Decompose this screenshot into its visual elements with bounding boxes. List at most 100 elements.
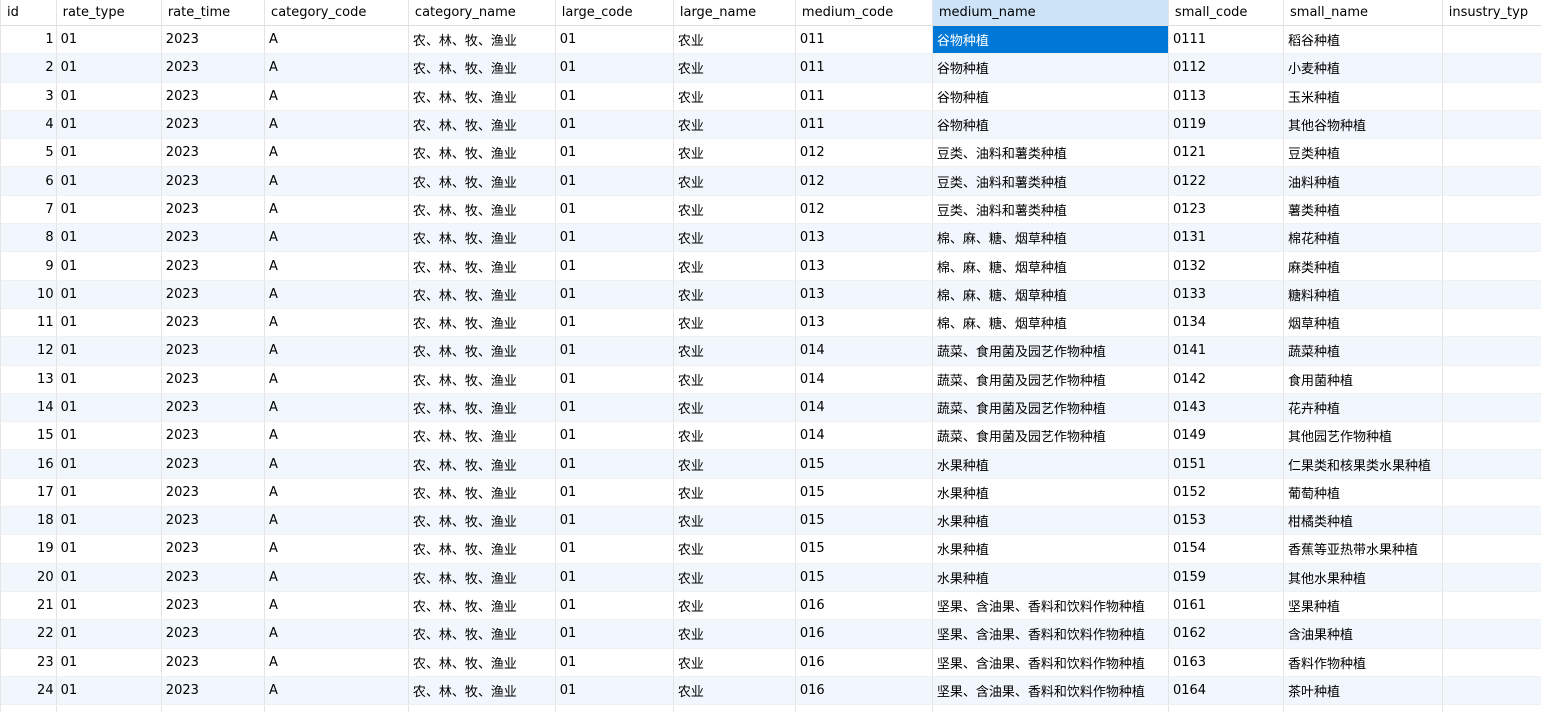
cell-id[interactable]: 4: [1, 110, 57, 139]
table-row[interactable]: 23 01 2023 A 农、林、牧、渔业 01 农业 016 坚果、含油果、香料和饮料作物种植…: [1, 648, 1541, 677]
cell-small-name[interactable]: 花卉种植: [1284, 393, 1443, 422]
cell-category-code[interactable]: A: [265, 648, 409, 676]
cell-large-name[interactable]: 农业: [674, 110, 796, 139]
cell-rate-type[interactable]: 01: [57, 705, 162, 712]
cell-insustry-type[interactable]: [1443, 705, 1541, 712]
cell-large-code[interactable]: 01: [556, 26, 674, 54]
cell-medium-name[interactable]: 水果种植: [933, 478, 1169, 507]
cell-rate-time[interactable]: 2023: [162, 139, 266, 167]
cell-category-name[interactable]: 农、林、牧、渔业: [409, 676, 556, 705]
cell-rate-type[interactable]: 01: [57, 507, 162, 535]
cell-medium-name[interactable]: 蔬菜、食用菌及园艺作物种植: [933, 337, 1169, 365]
cell-small-code[interactable]: 0121: [1169, 139, 1285, 167]
cell-category-name[interactable]: 农、林、牧、渔业: [409, 252, 556, 280]
cell-insustry-type[interactable]: [1443, 111, 1541, 138]
cell-medium-code[interactable]: 011: [796, 54, 933, 82]
cell-id[interactable]: 5: [1, 139, 57, 167]
cell-category-name[interactable]: 农、林、牧、渔业: [409, 393, 556, 422]
cell-large-name[interactable]: 农业: [674, 591, 796, 620]
cell-category-code[interactable]: A: [265, 393, 409, 422]
cell-rate-time[interactable]: 2023: [162, 478, 266, 507]
cell-rate-type[interactable]: 01: [57, 393, 162, 422]
cell-category-name[interactable]: 农、林、牧、渔业: [409, 82, 556, 110]
cell-small-code[interactable]: 0151: [1169, 450, 1285, 478]
table-row[interactable]: 14 01 2023 A 农、林、牧、渔业 01 农业 014 蔬菜、食用菌及园艺作物种植 014…: [1, 393, 1541, 423]
cell-small-code[interactable]: 0113: [1169, 82, 1285, 110]
cell-rate-type[interactable]: 01: [57, 591, 162, 620]
table-row[interactable]: 11 01 2023 A 农、林、牧、渔业 01 农业 013 棉、麻、糖、烟草种植 0134 烟草…: [1, 308, 1541, 338]
cell-category-code[interactable]: A: [265, 82, 409, 110]
cell-small-code[interactable]: 0132: [1169, 252, 1285, 280]
cell-insustry-type[interactable]: [1443, 167, 1541, 194]
cell-category-name[interactable]: 农、林、牧、渔业: [409, 365, 556, 393]
table-row[interactable]: 24 01 2023 A 农、林、牧、渔业 01 农业 016 坚果、含油果、香料和饮料作物种植…: [1, 676, 1541, 706]
cell-rate-type[interactable]: 01: [57, 563, 162, 591]
cell-rate-type[interactable]: 01: [57, 648, 162, 676]
cell-large-name[interactable]: 农业: [674, 422, 796, 450]
cell-id[interactable]: 1: [1, 26, 57, 54]
table-row[interactable]: 3 01 2023 A 农、林、牧、渔业 01 农业 011 谷物种植 0113 玉米种植: [1, 82, 1541, 111]
cell-rate-time[interactable]: 2023: [162, 195, 266, 224]
cell-category-code[interactable]: A: [265, 591, 409, 620]
table-row[interactable]: 6 01 2023 A 农、林、牧、渔业 01 农业 012 豆类、油料和薯类种植 0122 油料种…: [1, 167, 1541, 196]
table-row[interactable]: 8 01 2023 A 农、林、牧、渔业 01 农业 013 棉、麻、糖、烟草种植 0131 棉花种…: [1, 224, 1541, 253]
cell-small-name[interactable]: 其他水果种植: [1284, 563, 1443, 591]
cell-large-name[interactable]: 农业: [674, 337, 796, 365]
cell-large-code[interactable]: 01: [556, 110, 674, 139]
cell-medium-name[interactable]: 棉、麻、糖、烟草种植: [933, 280, 1169, 308]
cell-medium-name[interactable]: 水果种植: [933, 507, 1169, 535]
cell-id[interactable]: 16: [1, 450, 57, 478]
cell-small-code[interactable]: 0133: [1169, 280, 1285, 308]
column-header-rate-time[interactable]: rate_time: [162, 0, 266, 25]
cell-medium-name[interactable]: 坚果、含油果、香料和饮料作物种植: [933, 705, 1169, 712]
cell-small-code[interactable]: 0122: [1169, 167, 1285, 195]
cell-small-name[interactable]: 糖料种植: [1284, 280, 1443, 308]
cell-small-code[interactable]: 0159: [1169, 563, 1285, 591]
cell-category-name[interactable]: 农、林、牧、渔业: [409, 507, 556, 535]
cell-large-name[interactable]: 农业: [674, 563, 796, 591]
cell-small-code[interactable]: 0131: [1169, 224, 1285, 252]
cell-rate-time[interactable]: 2023: [162, 337, 266, 365]
cell-insustry-type[interactable]: [1443, 366, 1541, 393]
column-header-insustry-type[interactable]: insustry_typ: [1443, 0, 1541, 25]
cell-rate-time[interactable]: 2023: [162, 535, 266, 563]
cell-rate-time[interactable]: 2023: [162, 563, 266, 591]
cell-rate-type[interactable]: 01: [57, 450, 162, 478]
cell-rate-time[interactable]: 2023: [162, 705, 266, 712]
cell-small-code[interactable]: 0112: [1169, 54, 1285, 82]
cell-category-code[interactable]: A: [265, 252, 409, 280]
cell-small-name[interactable]: 油料种植: [1284, 167, 1443, 195]
column-header-small-code[interactable]: small_code: [1169, 0, 1285, 25]
cell-medium-code[interactable]: 016: [796, 676, 933, 705]
cell-id[interactable]: 12: [1, 337, 57, 365]
cell-small-code[interactable]: 0134: [1169, 308, 1285, 337]
cell-insustry-type[interactable]: [1443, 564, 1541, 591]
cell-large-name[interactable]: 农业: [674, 676, 796, 705]
cell-category-code[interactable]: A: [265, 26, 409, 54]
table-row[interactable]: 16 01 2023 A 农、林、牧、渔业 01 农业 015 水果种植 0151 仁果类和核果类水…: [1, 450, 1541, 479]
cell-rate-time[interactable]: 2023: [162, 82, 266, 110]
cell-small-name[interactable]: 葡萄种植: [1284, 478, 1443, 507]
cell-category-code[interactable]: A: [265, 308, 409, 337]
cell-medium-name[interactable]: 水果种植: [933, 450, 1169, 478]
cell-medium-name[interactable]: 棉、麻、糖、烟草种植: [933, 252, 1169, 280]
cell-insustry-type[interactable]: [1443, 224, 1541, 251]
cell-small-code[interactable]: 0161: [1169, 591, 1285, 620]
cell-rate-time[interactable]: 2023: [162, 648, 266, 676]
cell-medium-code[interactable]: 011: [796, 26, 933, 54]
cell-id[interactable]: 21: [1, 591, 57, 620]
cell-large-name[interactable]: 农业: [674, 195, 796, 224]
cell-rate-type[interactable]: 01: [57, 195, 162, 224]
cell-small-name[interactable]: 茶叶种植: [1284, 676, 1443, 705]
cell-id[interactable]: 8: [1, 224, 57, 252]
cell-large-name[interactable]: 农业: [674, 26, 796, 54]
cell-rate-type[interactable]: 01: [57, 110, 162, 139]
cell-large-code[interactable]: 01: [556, 224, 674, 252]
cell-small-name[interactable]: 豆类种植: [1284, 139, 1443, 167]
cell-category-name[interactable]: 农、林、牧、渔业: [409, 535, 556, 563]
cell-category-code[interactable]: A: [265, 139, 409, 167]
cell-rate-time[interactable]: 2023: [162, 422, 266, 450]
cell-rate-type[interactable]: 01: [57, 280, 162, 308]
cell-medium-name[interactable]: 豆类、油料和薯类种植: [933, 167, 1169, 195]
cell-id[interactable]: 7: [1, 195, 57, 224]
